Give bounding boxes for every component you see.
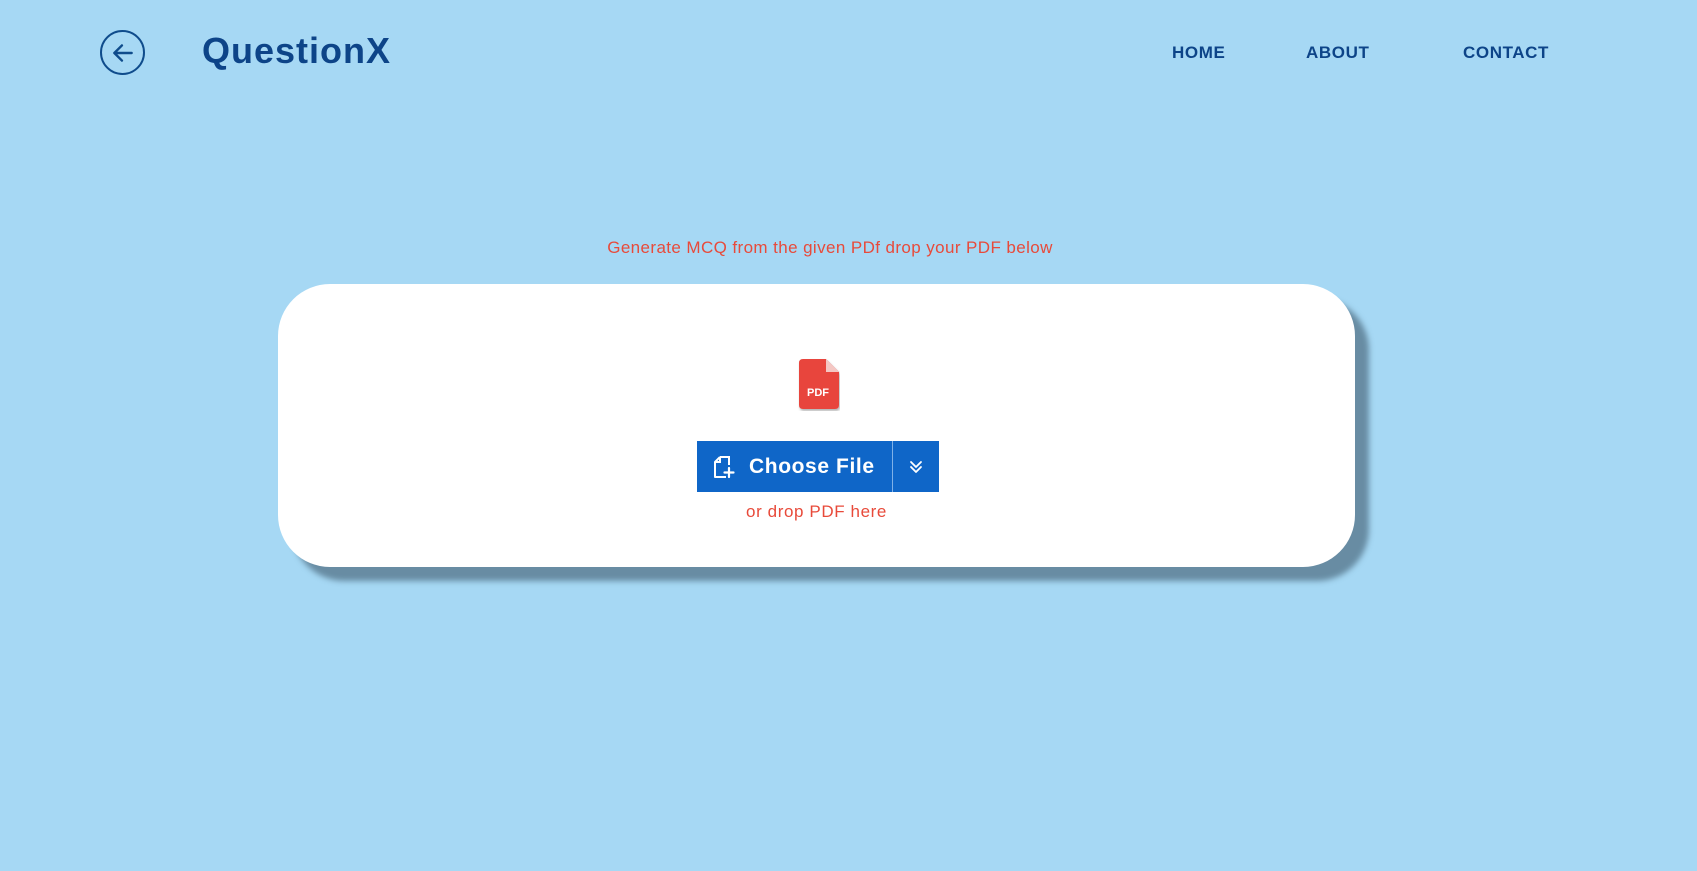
arrow-left-circle-icon	[112, 43, 133, 62]
upload-source-dropdown[interactable]	[893, 441, 939, 492]
choose-file-group: Choose File	[697, 441, 939, 492]
back-button[interactable]	[100, 30, 145, 75]
nav-home[interactable]: HOME	[1172, 43, 1225, 63]
upload-dropzone[interactable]: PDF Choose File or drop PDF here	[278, 284, 1355, 567]
add-file-icon	[714, 455, 735, 478]
upload-instructions: Generate MCQ from the given PDf drop you…	[607, 238, 1053, 257]
nav-about[interactable]: ABOUT	[1306, 43, 1369, 63]
choose-file-button[interactable]: Choose File	[697, 441, 892, 492]
nav-contact[interactable]: CONTACT	[1463, 43, 1549, 63]
header: QuestionX HOME ABOUT CONTACT	[0, 0, 1697, 105]
double-chevron-down-icon	[910, 460, 922, 473]
choose-file-label: Choose File	[749, 454, 875, 478]
drop-hint: or drop PDF here	[746, 502, 887, 521]
pdf-file-icon-label: PDF	[807, 387, 829, 399]
pdf-file-icon: PDF	[799, 359, 839, 409]
brand-logo[interactable]: QuestionX	[202, 30, 391, 72]
